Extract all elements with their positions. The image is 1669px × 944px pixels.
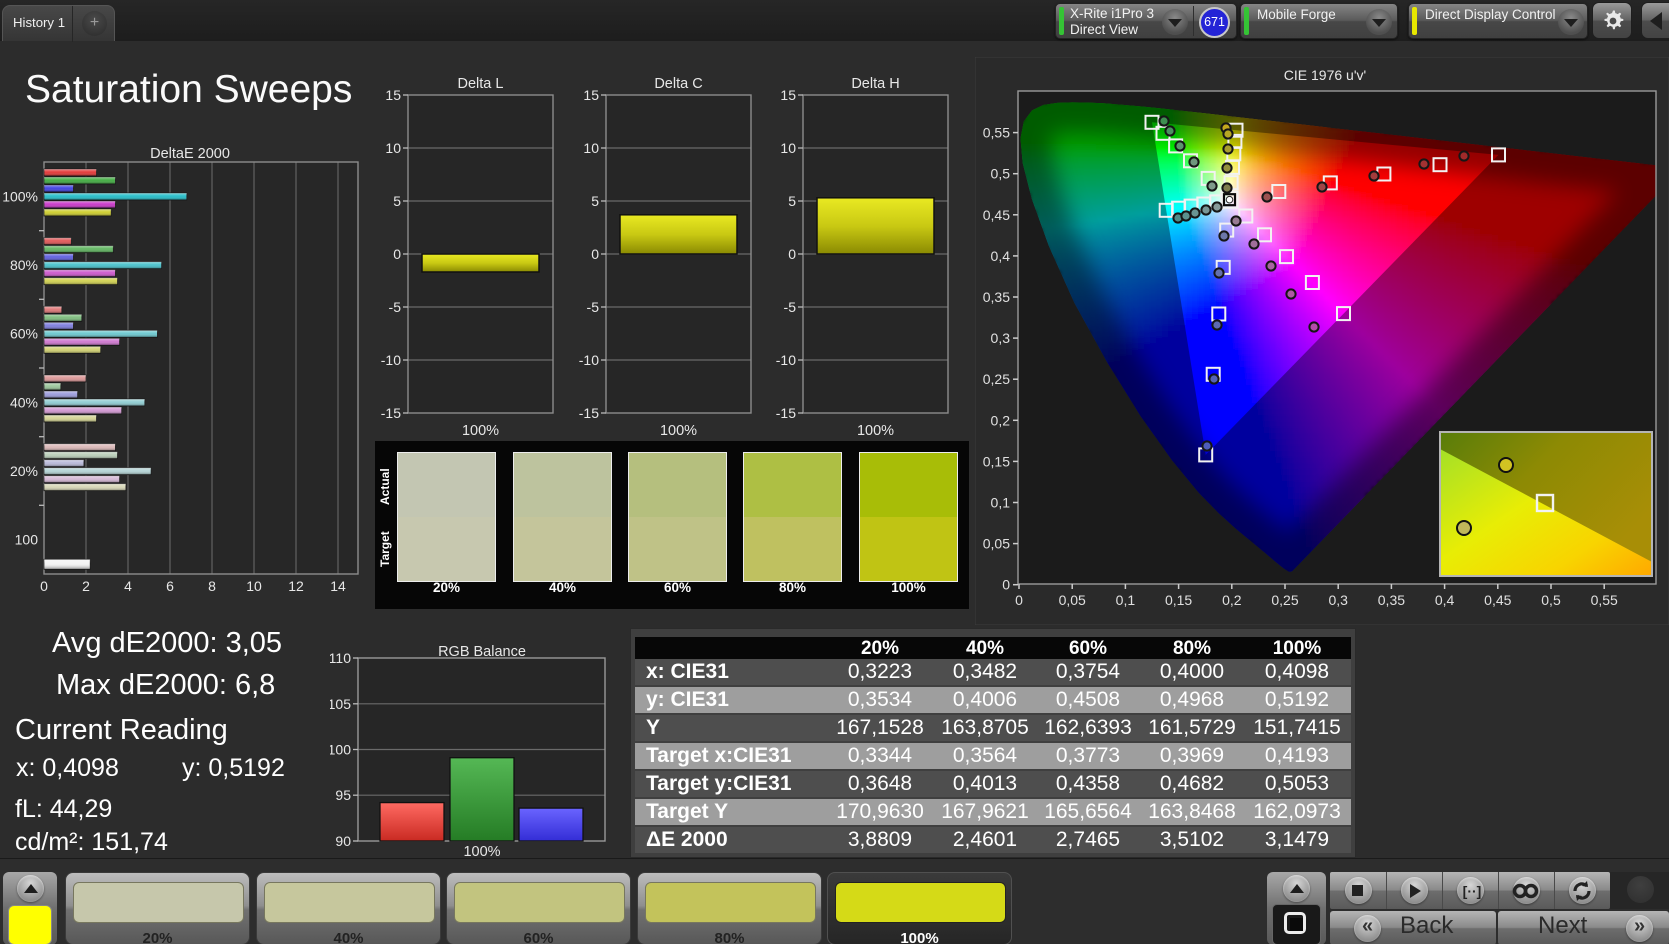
svg-text:0: 0: [393, 246, 401, 262]
svg-text:8: 8: [208, 578, 216, 594]
svg-text:CIE 1976 u'v': CIE 1976 u'v': [1284, 67, 1366, 83]
svg-text:5: 5: [788, 193, 796, 209]
svg-text:0,1: 0,1: [1116, 592, 1136, 608]
svg-text:14: 14: [330, 578, 346, 594]
svg-text:0: 0: [40, 578, 48, 594]
svg-text:-15: -15: [579, 405, 599, 421]
svg-text:20%: 20%: [10, 463, 38, 479]
svg-text:90: 90: [335, 833, 351, 849]
svg-text:15: 15: [583, 87, 599, 103]
svg-text:0,05: 0,05: [1059, 592, 1086, 608]
svg-text:6: 6: [166, 578, 174, 594]
svg-text:100: 100: [330, 742, 351, 758]
svg-text:0,5: 0,5: [1541, 592, 1561, 608]
svg-text:10: 10: [246, 578, 262, 594]
svg-text:100%: 100%: [660, 423, 697, 439]
svg-text:5: 5: [591, 193, 599, 209]
svg-text:15: 15: [780, 87, 796, 103]
svg-text:-15: -15: [776, 405, 796, 421]
svg-text:DeltaE 2000: DeltaE 2000: [150, 146, 230, 162]
svg-text:0: 0: [788, 246, 796, 262]
svg-text:95: 95: [335, 787, 351, 803]
svg-text:15: 15: [385, 87, 401, 103]
svg-text:100: 100: [15, 532, 39, 548]
svg-text:Delta H: Delta H: [851, 76, 899, 92]
svg-text:-10: -10: [776, 352, 796, 368]
svg-text:40%: 40%: [10, 394, 38, 410]
svg-text:10: 10: [780, 140, 796, 156]
svg-text:0,45: 0,45: [1484, 592, 1511, 608]
svg-text:0,2: 0,2: [991, 412, 1011, 428]
svg-text:10: 10: [385, 140, 401, 156]
svg-text:0,35: 0,35: [1378, 592, 1405, 608]
svg-text:0,45: 0,45: [983, 207, 1010, 223]
svg-text:0,15: 0,15: [983, 453, 1010, 469]
svg-text:100%: 100%: [2, 188, 38, 204]
svg-text:-5: -5: [587, 299, 600, 315]
svg-text:0,05: 0,05: [983, 536, 1010, 552]
svg-text:-5: -5: [784, 299, 797, 315]
svg-text:0,25: 0,25: [983, 371, 1010, 387]
svg-text:105: 105: [330, 696, 351, 712]
svg-text:-5: -5: [389, 299, 402, 315]
svg-text:10: 10: [583, 140, 599, 156]
svg-text:0,55: 0,55: [1591, 592, 1618, 608]
svg-text:60%: 60%: [10, 326, 38, 342]
svg-text:0,1: 0,1: [991, 495, 1011, 511]
svg-text:0,4: 0,4: [991, 248, 1011, 264]
svg-text:0,25: 0,25: [1271, 592, 1298, 608]
svg-text:12: 12: [288, 578, 304, 594]
svg-text:100%: 100%: [857, 423, 894, 439]
svg-text:0,55: 0,55: [983, 125, 1010, 141]
svg-text:0: 0: [1015, 592, 1023, 608]
svg-text:Delta C: Delta C: [654, 76, 702, 92]
svg-text:0,15: 0,15: [1165, 592, 1192, 608]
svg-text:0,35: 0,35: [983, 289, 1010, 305]
svg-text:100%: 100%: [462, 423, 499, 439]
svg-text:0,5: 0,5: [991, 166, 1011, 182]
svg-text:110: 110: [330, 650, 351, 666]
svg-text:-15: -15: [381, 405, 401, 421]
svg-text:80%: 80%: [10, 257, 38, 273]
svg-text:Delta L: Delta L: [458, 76, 504, 92]
svg-text:0,2: 0,2: [1222, 592, 1242, 608]
svg-text:-10: -10: [381, 352, 401, 368]
svg-text:2: 2: [82, 578, 90, 594]
svg-text:0,4: 0,4: [1435, 592, 1455, 608]
svg-text:-10: -10: [579, 352, 599, 368]
svg-text:4: 4: [124, 578, 132, 594]
svg-text:5: 5: [393, 193, 401, 209]
svg-text:0,3: 0,3: [991, 330, 1011, 346]
svg-text:0: 0: [1002, 577, 1010, 593]
svg-text:0: 0: [591, 246, 599, 262]
svg-text:0,3: 0,3: [1328, 592, 1348, 608]
